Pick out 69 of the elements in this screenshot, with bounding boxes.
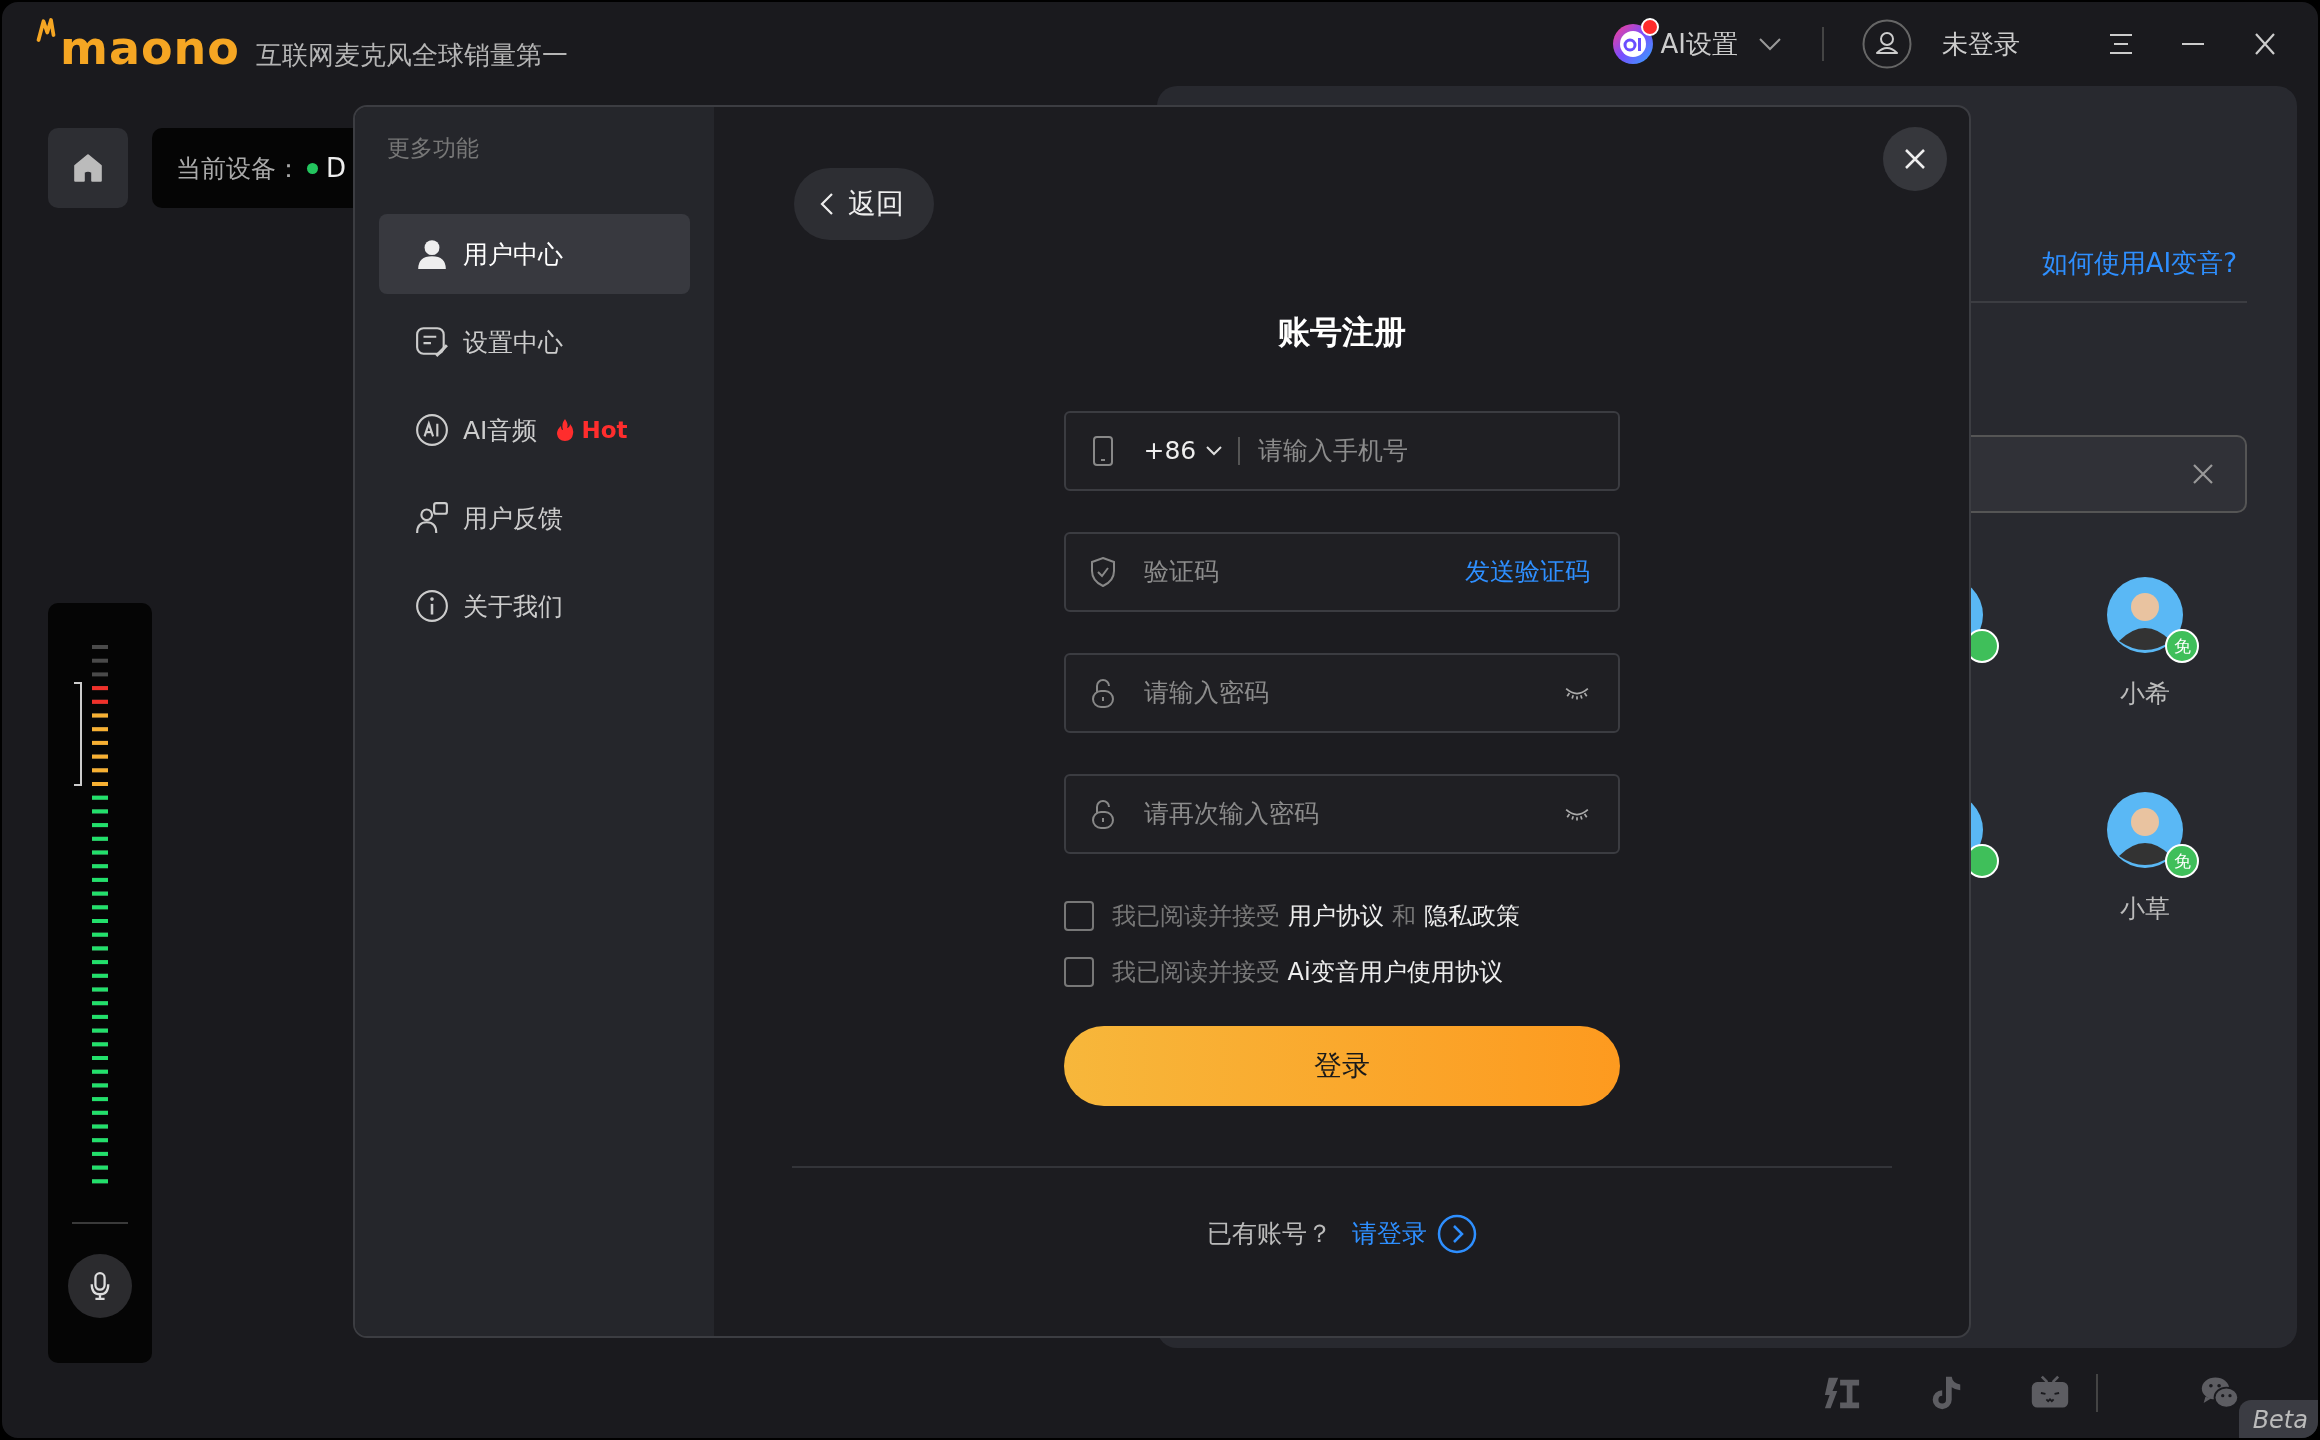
chevron-left-icon (820, 192, 834, 216)
country-code-dropdown[interactable]: +86 (1143, 436, 1223, 466)
password-input[interactable]: 请输入密码 (1143, 678, 1564, 708)
chevron-down-icon (1206, 445, 1223, 456)
sidebar-item[interactable]: 用户中心 (379, 214, 690, 294)
sidebar-item-label: 用户中心 (463, 238, 563, 271)
menu-icon[interactable] (2108, 32, 2134, 56)
sidebar-item[interactable]: 关于我们 (379, 566, 690, 646)
info-icon (415, 589, 449, 623)
microphone-icon (89, 1271, 111, 1301)
brand-name: maono (60, 25, 240, 71)
form-title: 账号注册 (1277, 312, 1406, 353)
ai-logo-icon (1610, 22, 1655, 66)
account-prompt: 已有账号？ (1206, 1218, 1332, 1251)
agreement-link[interactable]: 用户协议 (1287, 901, 1384, 930)
text-input[interactable]: 验证码 (1143, 557, 1465, 587)
help-link[interactable]: 如何使用AI变音? (2041, 248, 2237, 278)
range-bracket-icon (73, 682, 83, 786)
code-field[interactable]: 验证码 发送验证码 (1063, 531, 1620, 612)
user-icon (415, 237, 449, 271)
agreement-text: 我已阅读并接受 Ai变音用户使用协议 (1111, 956, 1504, 988)
lock-icon (1089, 798, 1116, 829)
password-input[interactable]: 请再次输入密码 (1143, 799, 1564, 829)
ai-settings-button[interactable]: AI设置 (1610, 22, 1782, 66)
beta-tag: Beta (2238, 1400, 2318, 1438)
free-badge: 免 (2165, 844, 2199, 878)
free-badge: 免 (2165, 629, 2199, 663)
slogan: 互联网麦克风全球销量第一 (255, 39, 568, 71)
agreement-text: 我已阅读并接受 用户协议 和 隐私政策 (1111, 900, 1521, 932)
device-name[interactable]: D (326, 153, 347, 183)
device-label: 当前设备： (176, 152, 301, 185)
home-icon (71, 151, 105, 185)
agreement-link[interactable]: 隐私政策 (1423, 901, 1520, 930)
sidebar-title: 更多功能 (387, 134, 480, 163)
back-button[interactable]: 返回 (794, 168, 934, 240)
chevron-circle-icon[interactable] (1436, 1213, 1477, 1254)
shield-check-icon (1089, 556, 1116, 587)
sidebar-item-label: AI音频 (463, 414, 538, 447)
hot-tag: Hot (581, 417, 628, 443)
sidebar-item[interactable]: 用户反馈 (379, 478, 690, 558)
voice-name: 小草 (2120, 893, 2170, 925)
ai-circle-icon (415, 413, 449, 447)
sidebar-item[interactable]: AI音频 Hot (379, 390, 690, 470)
login-status-link[interactable]: 未登录 (1942, 26, 2020, 62)
flame-icon (555, 418, 576, 442)
home-button[interactable] (48, 128, 128, 208)
login-button[interactable]: 登录 (1063, 1025, 1620, 1106)
clear-icon[interactable] (2191, 462, 2215, 486)
agreement-link[interactable]: Ai变音用户使用协议 (1287, 957, 1503, 986)
send-code-link[interactable]: 发送验证码 (1464, 555, 1590, 589)
voice-name: 小希 (2120, 678, 2170, 710)
password-field[interactable]: 请再次输入密码 (1063, 773, 1620, 854)
sidebar-item-label: 关于我们 (463, 590, 563, 623)
phone-field[interactable]: +86 请输入手机号 (1063, 410, 1620, 491)
sidebar-item-label: 用户反馈 (463, 502, 563, 535)
settings-icon (415, 325, 449, 359)
sidebar-item-label: 设置中心 (463, 326, 563, 359)
text-input[interactable]: 请输入手机号 (1258, 436, 1590, 466)
feedback-icon (415, 501, 449, 535)
close-icon (1903, 147, 1927, 171)
agreement-checkbox[interactable] (1063, 900, 1094, 931)
close-icon[interactable] (2252, 32, 2278, 56)
user-avatar-icon[interactable] (1862, 19, 1912, 69)
lock-icon (1089, 677, 1116, 708)
login-link[interactable]: 请登录 (1351, 1217, 1427, 1251)
agreement-checkbox[interactable] (1063, 956, 1094, 987)
sidebar-item[interactable]: 设置中心 (379, 302, 690, 382)
chevron-down-icon (1758, 37, 1782, 51)
password-field[interactable]: 请输入密码 (1063, 652, 1620, 733)
